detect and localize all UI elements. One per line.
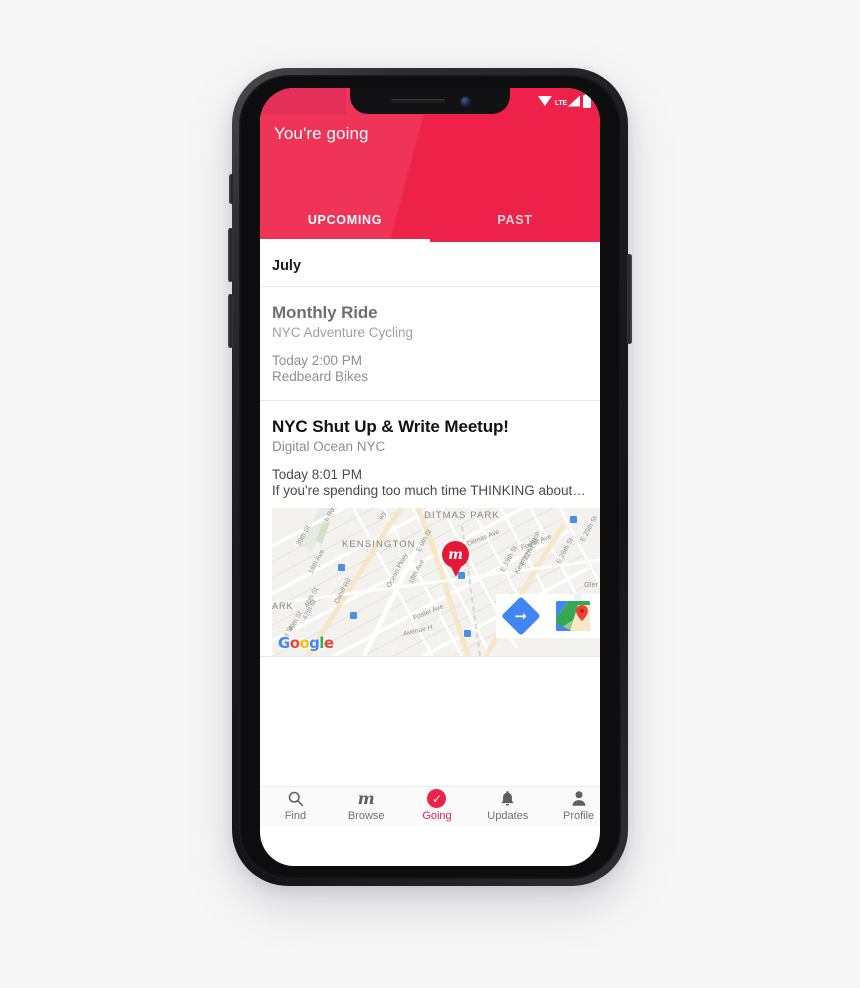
wifi-icon xyxy=(537,96,552,106)
phone-device-frame: LTE You're going UPCOMING PAST July Mont… xyxy=(228,68,632,886)
google-maps-icon[interactable] xyxy=(555,601,590,632)
check-circle-badge: ✓ xyxy=(427,789,447,808)
event-map-block: DITMAS PARK KENSINGTON ARK Gler 39th St … xyxy=(260,508,600,658)
tab-active-indicator xyxy=(260,239,430,242)
event-venue: Redbeard Bikes xyxy=(272,369,369,385)
search-icon xyxy=(287,789,304,808)
svg-text:Gler: Gler xyxy=(584,580,599,589)
tab-bar: UPCOMING PAST xyxy=(260,198,600,242)
bottom-navigation-bar: Find m Browse ✓ Going Updates Profile xyxy=(260,786,600,826)
person-glyph xyxy=(572,791,586,806)
event-group-name: Digital Ocean NYC xyxy=(272,439,386,455)
event-card-monthly-ride[interactable]: Monthly Ride NYC Adventure Cycling Today… xyxy=(260,287,600,402)
device-notch xyxy=(350,88,510,114)
front-camera-icon xyxy=(460,96,470,106)
nav-item-going[interactable]: ✓ Going xyxy=(402,789,473,822)
event-title: NYC Shut Up & Write Meetup! xyxy=(272,417,509,437)
event-group-name: NYC Adventure Cycling xyxy=(272,325,414,341)
gmaps-glyph xyxy=(555,601,590,632)
silent-switch-button[interactable] xyxy=(229,174,234,204)
meetup-location-pin-icon[interactable]: m xyxy=(442,541,469,578)
google-letter-o1: o xyxy=(289,634,300,653)
map-controls: ➞ xyxy=(496,594,600,639)
nav-item-find[interactable]: Find xyxy=(260,789,331,822)
battery-icon xyxy=(583,92,591,108)
event-datetime: Today 2:00 PM xyxy=(272,353,363,369)
nav-item-updates[interactable]: Updates xyxy=(472,789,543,822)
tab-upcoming-label: UPCOMING xyxy=(307,213,383,227)
event-list[interactable]: July Monthly Ride NYC Adventure Cycling … xyxy=(260,242,600,826)
search-glyph xyxy=(288,791,303,807)
earpiece-speaker xyxy=(390,99,445,103)
signal-bars-icon xyxy=(568,95,580,107)
tab-upcoming[interactable]: UPCOMING xyxy=(260,198,430,242)
event-datetime: Today 8:01 PM xyxy=(272,467,363,483)
tab-past[interactable]: PAST xyxy=(430,198,600,242)
directions-arrow-icon[interactable]: ➞ xyxy=(500,596,541,636)
google-watermark: Google xyxy=(278,634,334,653)
nav-item-profile[interactable]: Profile xyxy=(543,789,600,822)
page-title: You're going xyxy=(274,124,369,143)
google-letter-o2: o xyxy=(299,634,310,653)
event-description: If you're spending too much time THINKIN… xyxy=(272,483,586,499)
nav-label-browse: Browse xyxy=(347,810,385,822)
pin-body: m xyxy=(442,541,469,569)
google-letter-e: e xyxy=(323,634,334,653)
nav-item-browse[interactable]: m Browse xyxy=(331,789,402,822)
app-header: LTE You're going UPCOMING PAST xyxy=(260,88,600,242)
network-label: LTE xyxy=(554,99,567,107)
meetup-m-glyph: m xyxy=(448,546,463,563)
tab-past-label: PAST xyxy=(497,213,533,227)
svg-text:KENSINGTON: KENSINGTON xyxy=(342,539,416,550)
svg-text:ARK: ARK xyxy=(272,601,294,611)
svg-text:DITMAS PARK: DITMAS PARK xyxy=(424,510,500,521)
event-location-map[interactable]: DITMAS PARK KENSINGTON ARK Gler 39th St … xyxy=(272,508,600,657)
event-title: Monthly Ride xyxy=(272,303,378,322)
meetup-m-icon: m xyxy=(358,789,375,808)
google-letter-g1: G xyxy=(278,634,290,653)
google-letter-g2: g xyxy=(309,634,320,653)
network-indicator: LTE xyxy=(554,95,580,107)
check-circle-icon: ✓ xyxy=(427,789,447,808)
phone-screen: LTE You're going UPCOMING PAST July Mont… xyxy=(260,88,600,866)
nav-label-find: Find xyxy=(284,810,307,822)
volume-up-button[interactable] xyxy=(228,228,233,282)
power-button[interactable] xyxy=(627,254,632,344)
person-icon xyxy=(571,789,587,808)
meetup-m-glyph: m xyxy=(357,788,375,808)
bell-glyph xyxy=(502,791,514,806)
status-bar-icons: LTE xyxy=(537,92,591,108)
bell-icon xyxy=(500,789,515,808)
volume-down-button[interactable] xyxy=(228,294,233,348)
nav-label-updates: Updates xyxy=(487,810,529,822)
nav-label-profile: Profile xyxy=(562,810,595,822)
month-section-header: July xyxy=(260,242,600,287)
nav-label-going: Going xyxy=(422,810,452,822)
event-card-shut-up-write[interactable]: NYC Shut Up & Write Meetup! Digital Ocea… xyxy=(260,401,600,508)
